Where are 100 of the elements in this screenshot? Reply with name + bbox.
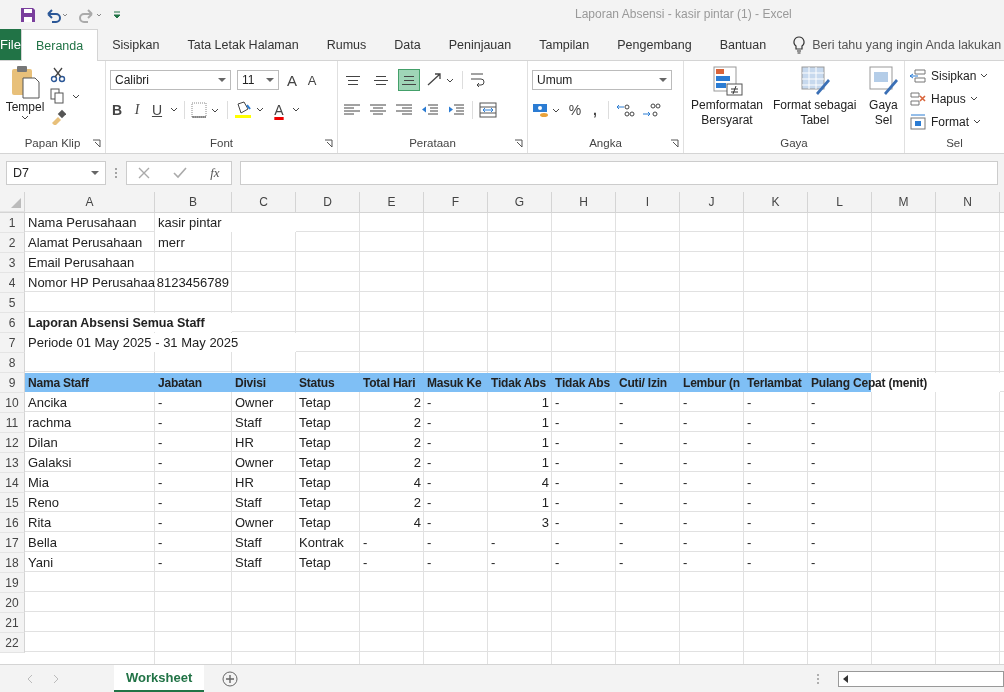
decrease-indent-icon[interactable]	[420, 103, 440, 117]
align-center-icon[interactable]	[368, 103, 388, 117]
currency-icon[interactable]	[532, 101, 562, 119]
wrap-text-icon[interactable]	[469, 71, 485, 89]
row-header[interactable]: 22	[0, 633, 25, 653]
column-header[interactable]: K	[744, 192, 808, 212]
row-header[interactable]: 2	[0, 233, 25, 253]
align-left-icon[interactable]	[342, 103, 362, 117]
bold-button[interactable]: B	[110, 102, 124, 118]
caret-icon[interactable]	[170, 107, 178, 113]
borders-icon[interactable]	[191, 102, 221, 118]
caret-icon[interactable]	[292, 107, 300, 113]
column-header[interactable]: L	[808, 192, 872, 212]
file-tab[interactable]: File	[0, 29, 21, 60]
font-color-button[interactable]: A	[272, 102, 286, 118]
row-header[interactable]: 9	[0, 373, 25, 393]
format-painter-icon[interactable]	[50, 109, 66, 125]
column-header[interactable]: A	[25, 192, 155, 212]
row-header[interactable]: 20	[0, 593, 25, 613]
name-box[interactable]: D7	[6, 161, 106, 185]
column-header[interactable]: I	[616, 192, 680, 212]
horizontal-scrollbar[interactable]	[838, 670, 1004, 687]
comma-style-button[interactable]: ,	[588, 102, 602, 118]
ribbon-tab[interactable]: Tampilan	[525, 29, 604, 60]
column-header[interactable]: N	[936, 192, 1000, 212]
column-header[interactable]: B	[155, 192, 232, 212]
column-header[interactable]: H	[552, 192, 616, 212]
ribbon-tab[interactable]: Rumus	[312, 29, 381, 60]
dialog-launcher-icon[interactable]	[92, 139, 101, 148]
number-format-field[interactable]: Umum	[532, 70, 672, 90]
dropdown-icon[interactable]	[659, 77, 667, 83]
row-header[interactable]: 7	[0, 333, 25, 353]
italic-button[interactable]: I	[130, 102, 144, 118]
row-header[interactable]: 18	[0, 553, 25, 573]
row-header[interactable]: 3	[0, 253, 25, 273]
column-header[interactable]: E	[360, 192, 424, 212]
cells-button[interactable]: Hapus	[909, 88, 1000, 110]
customize-icon[interactable]	[112, 8, 122, 21]
column-header[interactable]: D	[296, 192, 360, 212]
copy-icon[interactable]	[50, 88, 80, 104]
align-right-icon[interactable]	[394, 103, 414, 117]
row-header[interactable]: 12	[0, 433, 25, 453]
row-header[interactable]: 10	[0, 393, 25, 413]
formula-field[interactable]	[240, 161, 998, 185]
row-header[interactable]: 14	[0, 473, 25, 493]
column-header[interactable]: G	[488, 192, 552, 212]
tell-me-field[interactable]: Beri tahu yang ingin Anda lakukan	[812, 37, 1004, 52]
row-header[interactable]: 16	[0, 513, 25, 533]
increase-decimal-icon[interactable]	[615, 102, 635, 118]
scissors-icon[interactable]	[50, 67, 66, 83]
dropdown-icon[interactable]	[266, 77, 274, 83]
ribbon-tab[interactable]: Bantuan	[705, 29, 781, 60]
increase-indent-icon[interactable]	[446, 103, 466, 117]
ribbon-tab[interactable]: Beranda	[20, 29, 99, 61]
merge-cells-icon[interactable]	[479, 102, 497, 118]
font-family-field[interactable]: Calibri	[110, 70, 231, 90]
insert-function-button[interactable]: fx	[210, 165, 220, 181]
row-header[interactable]: 1	[0, 213, 25, 233]
dialog-launcher-icon[interactable]	[324, 139, 333, 148]
dialog-launcher-icon[interactable]	[670, 139, 679, 148]
row-header[interactable]: 19	[0, 573, 25, 593]
paste-button[interactable]: Tempel	[4, 65, 46, 133]
dropdown-icon[interactable]	[91, 170, 99, 176]
grow-font-button[interactable]: A	[285, 71, 299, 89]
ribbon-tab[interactable]: Peninjauan	[434, 29, 526, 60]
underline-button[interactable]: U	[150, 102, 164, 118]
styles-button[interactable]: Pemformatan Bersyarat	[688, 65, 767, 133]
decrease-decimal-icon[interactable]	[641, 102, 661, 118]
undo-icon[interactable]	[44, 6, 70, 23]
row-header[interactable]: 8	[0, 353, 25, 373]
dialog-launcher-icon[interactable]	[514, 139, 523, 148]
column-header[interactable]: M	[872, 192, 936, 212]
sheet-tab[interactable]: Worksheet	[114, 665, 205, 692]
dropdown-icon[interactable]	[218, 77, 226, 83]
add-sheet-icon[interactable]	[222, 670, 239, 687]
check-icon[interactable]	[173, 167, 188, 179]
cells-button[interactable]: Format	[909, 111, 1000, 133]
column-header[interactable]: C	[232, 192, 296, 212]
row-header[interactable]: 11	[0, 413, 25, 433]
row-header[interactable]: 4	[0, 273, 25, 293]
row-header[interactable]: 21	[0, 613, 25, 633]
fill-color-icon[interactable]	[234, 101, 266, 119]
ribbon-tab[interactable]: Pengembang	[603, 29, 706, 60]
ribbon-tab[interactable]: Sisipkan	[98, 29, 174, 60]
row-header[interactable]: 6	[0, 313, 25, 333]
ribbon-tab[interactable]: Tata Letak Halaman	[173, 29, 313, 60]
row-header[interactable]: 13	[0, 453, 25, 473]
column-header[interactable]: J	[680, 192, 744, 212]
row-header[interactable]: 15	[0, 493, 25, 513]
column-header[interactable]: F	[424, 192, 488, 212]
font-size-field[interactable]: 11	[237, 70, 279, 90]
scroll-left-icon[interactable]	[842, 674, 850, 683]
save-icon[interactable]	[20, 6, 36, 23]
styles-button[interactable]: Gaya Sel	[863, 65, 904, 133]
styles-button[interactable]: Format sebagai Tabel	[770, 65, 860, 133]
row-header[interactable]: 17	[0, 533, 25, 553]
ribbon-tab[interactable]: Data	[380, 29, 435, 60]
row-header[interactable]: 5	[0, 293, 25, 313]
percent-button[interactable]: %	[568, 102, 582, 118]
shrink-font-button[interactable]: A	[305, 72, 319, 88]
